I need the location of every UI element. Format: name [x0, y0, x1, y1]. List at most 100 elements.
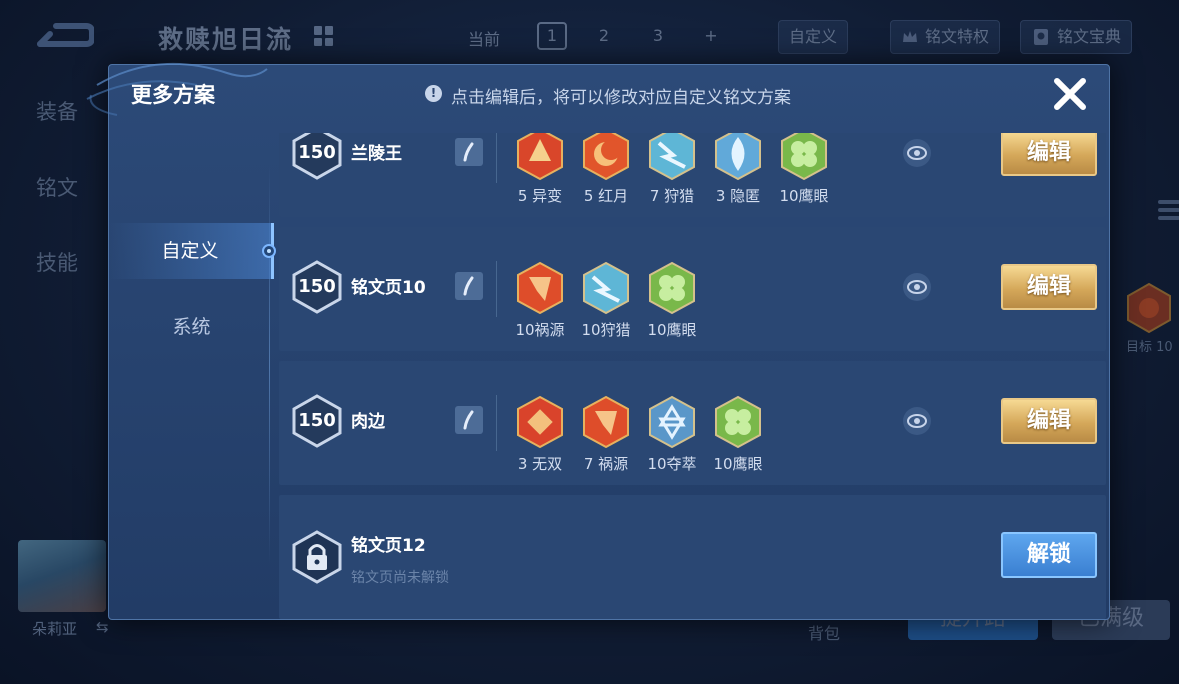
page-tab-3[interactable]: 3	[643, 22, 673, 50]
eye-icon[interactable]	[901, 137, 933, 169]
close-icon[interactable]	[1049, 73, 1091, 115]
rune-group: 10祸源 10狩猎 10鹰眼	[507, 261, 705, 341]
page-tab-2[interactable]: 2	[589, 22, 619, 50]
edit-button[interactable]: 编辑	[1001, 398, 1097, 444]
pen-icon	[463, 410, 474, 430]
page-tab-1[interactable]: 1	[537, 22, 567, 50]
rune-label: 7 祸源	[583, 455, 629, 473]
rune-label: 3 隐匿	[715, 187, 761, 205]
modal-title: 更多方案	[131, 83, 215, 107]
rune-item[interactable]: 5 红月	[573, 133, 639, 207]
rune-label: 10狩猎	[581, 321, 631, 339]
hero-title: 救赎旭日流	[158, 25, 294, 54]
background-rune-icon	[1127, 282, 1171, 334]
plan-name: 肉边	[351, 412, 385, 432]
rename-button[interactable]	[455, 138, 483, 166]
rune-label: 3 无双	[517, 455, 563, 473]
rune-item[interactable]: 10狩猎	[573, 261, 639, 341]
plan-name: 兰陵王	[351, 144, 402, 164]
rename-button[interactable]	[455, 272, 483, 300]
edit-button[interactable]: 编辑	[1001, 133, 1097, 176]
crown-icon	[903, 31, 917, 42]
locked-plan-subtitle: 铭文页尚未解锁	[351, 570, 449, 586]
rune-label: 10祸源	[515, 321, 565, 339]
level-number: 150	[298, 410, 336, 431]
rune-hawk-eye-icon	[715, 395, 761, 449]
side-nav-skills[interactable]: 技能	[36, 247, 78, 277]
rune-hawk-eye-icon	[649, 261, 695, 315]
hero-avatar[interactable]	[18, 540, 106, 612]
back-arrow-icon[interactable]	[32, 20, 94, 54]
rune-item[interactable]: 5 异变	[507, 133, 573, 207]
rune-item[interactable]: 10祸源	[507, 261, 573, 341]
codex-button[interactable]: 铭文宝典	[1020, 20, 1133, 54]
rune-item[interactable]: 10鹰眼	[705, 395, 771, 475]
rune-item[interactable]: 3 无双	[507, 395, 573, 475]
locked-plan-row: 铭文页12 铭文页尚未解锁 解锁	[279, 495, 1106, 619]
pen-icon	[463, 142, 474, 162]
rune-calamity-icon	[583, 395, 629, 449]
add-page-button[interactable]: +	[696, 22, 726, 50]
plan-list[interactable]: 150 兰陵王 5 异变 5 红月 7 狩猎 3 隐匿 10鹰眼 编辑 150 …	[279, 133, 1107, 619]
rune-calamity-icon	[517, 261, 563, 315]
codex-icon	[1034, 29, 1048, 45]
privilege-button[interactable]: 铭文特权	[890, 20, 1001, 54]
swap-icon[interactable]: ⇆	[96, 618, 109, 636]
eye-icon[interactable]	[901, 271, 933, 303]
row-divider	[496, 395, 497, 451]
plan-name: 铭文页10	[351, 278, 426, 298]
active-tab-indicator	[262, 244, 276, 258]
eye-icon[interactable]	[901, 405, 933, 437]
side-nav-equipment[interactable]: 装备	[36, 96, 78, 126]
unlock-button[interactable]: 解锁	[1001, 532, 1097, 578]
rune-label: 10夺萃	[647, 455, 697, 473]
custom-button[interactable]: 自定义	[778, 20, 849, 54]
rune-label: 7 狩猎	[649, 187, 695, 205]
modal-header: 更多方案 ! 点击编辑后，将可以修改对应自定义铭文方案	[109, 65, 1109, 125]
bag-label[interactable]: 背包	[808, 620, 840, 644]
info-icon: !	[425, 85, 442, 102]
rune-label: 10鹰眼	[713, 455, 763, 473]
level-number: 150	[298, 142, 336, 163]
tab-custom[interactable]: 自定义	[109, 223, 274, 279]
hero-name: 朵莉亚	[32, 620, 78, 638]
rune-label: 10鹰眼	[647, 321, 697, 339]
rune-label: 5 红月	[583, 187, 629, 205]
rune-red-moon-icon	[583, 133, 629, 181]
rune-item[interactable]: 7 祸源	[573, 395, 639, 475]
edit-button[interactable]: 编辑	[1001, 264, 1097, 310]
tab-system[interactable]: 系统	[109, 299, 274, 355]
row-divider	[496, 133, 497, 183]
row-divider	[496, 261, 497, 317]
level-badge: 150	[291, 393, 343, 449]
lock-icon	[292, 530, 342, 584]
privilege-label: 铭文特权	[925, 27, 990, 46]
rune-hunt-icon	[583, 261, 629, 315]
rune-item[interactable]: 10鹰眼	[771, 133, 837, 207]
background-rune-label: 目标 10	[1126, 340, 1173, 355]
current-label: 当前	[468, 30, 501, 49]
list-icon[interactable]	[1158, 200, 1179, 226]
rune-item[interactable]: 3 隐匿	[705, 133, 771, 207]
locked-plan-name: 铭文页12	[351, 536, 426, 556]
rune-item[interactable]: 10鹰眼	[639, 261, 705, 341]
rename-button[interactable]	[455, 406, 483, 434]
level-badge: 150	[291, 133, 343, 181]
background-top-bar: 救赎旭日流 当前 1 2 3 + 自定义 铭文特权 铭文宝典	[0, 0, 1179, 70]
rune-stealth-icon	[715, 133, 761, 181]
rune-hunt-icon	[649, 133, 695, 181]
rune-item[interactable]: 10夺萃	[639, 395, 705, 475]
rune-unrivaled-icon	[517, 395, 563, 449]
rune-hawk-eye-icon	[781, 133, 827, 181]
grid-icon[interactable]	[314, 26, 334, 46]
rune-group: 5 异变 5 红月 7 狩猎 3 隐匿 10鹰眼	[507, 133, 837, 207]
rune-label: 5 异变	[517, 187, 563, 205]
modal-hint: 点击编辑后，将可以修改对应自定义铭文方案	[451, 88, 791, 108]
rune-mutation-icon	[517, 133, 563, 181]
rune-item[interactable]: 7 狩猎	[639, 133, 705, 207]
modal-sidebar: 自定义 系统	[109, 135, 276, 619]
more-plans-modal: 更多方案 ! 点击编辑后，将可以修改对应自定义铭文方案 自定义 系统 150 兰…	[86, 62, 1110, 620]
plan-row: 150 兰陵王 5 异变 5 红月 7 狩猎 3 隐匿 10鹰眼 编辑	[279, 133, 1106, 217]
side-nav-runes[interactable]: 铭文	[36, 172, 78, 202]
plan-row: 150 铭文页10 10祸源 10狩猎 10鹰眼 编辑	[279, 227, 1106, 351]
